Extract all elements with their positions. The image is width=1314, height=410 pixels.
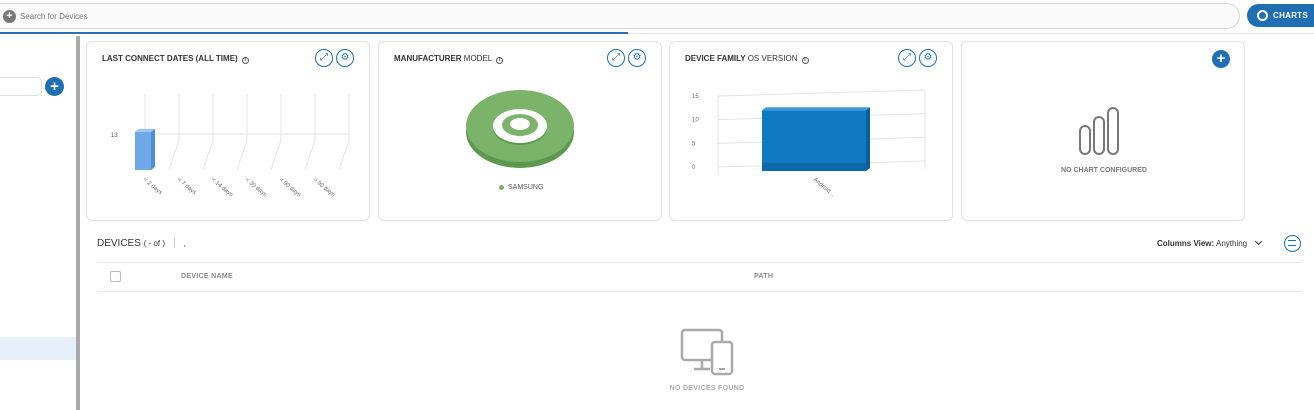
chart-card-last-connect: LAST CONNECT DATES (ALL TIME) i ⤢ ⚙ 13 < 2…: [86, 41, 370, 221]
devices-extra: ,: [183, 239, 186, 248]
bar-side-0: [866, 107, 870, 171]
chart-card-device-family: DEVICE FAMILY OS VERSION i ⤢ ⚙ 0 5 10 15 Andr…: [669, 41, 953, 221]
y-tick-label: 5: [692, 141, 696, 147]
grid-line: [717, 89, 926, 97]
x-tick-label: < 30 days: [244, 177, 268, 198]
columns-icon: [1288, 240, 1296, 246]
columns-view-value: Anything: [1215, 239, 1248, 248]
chart-card-empty: + NO CHART CONFIGURED: [961, 41, 1245, 221]
charts-icon: [1257, 10, 1268, 21]
column-header-path[interactable]: PATH: [754, 273, 773, 280]
donut-center: [510, 118, 530, 130]
sidebar-selected-item[interactable]: [0, 337, 76, 360]
grid-line: [338, 139, 350, 171]
columns-view-label: Columns View:: [1157, 239, 1215, 248]
bar-0: [762, 110, 866, 171]
search-input[interactable]: [20, 8, 620, 24]
last-connect-bar-chart: 13 < 2 days < 7 days < 14 days < 30 days < 90…: [111, 94, 350, 198]
add-filter-icon[interactable]: +: [3, 10, 16, 23]
y-tick-label: 0: [692, 165, 696, 171]
top-bar: + CHARTS: [0, 0, 1314, 34]
columns-view-selector[interactable]: Columns View: Anything: [1157, 237, 1263, 248]
bar-side-0: [151, 128, 155, 170]
manufacturer-donut-chart: [466, 90, 574, 168]
select-all-checkbox[interactable]: [110, 271, 121, 282]
progress-track: [628, 33, 1314, 34]
empty-chart-icon: [1079, 107, 1119, 155]
grid-line: [202, 139, 214, 171]
no-devices-label: NO DEVICES FOUND: [669, 385, 745, 392]
legend-swatch: [499, 184, 504, 190]
grid-line: [236, 139, 248, 171]
charts-button[interactable]: CHARTS: [1247, 4, 1314, 27]
divider: [173, 238, 175, 249]
grid-line: [270, 139, 282, 171]
table-header-border: [97, 291, 1302, 292]
device-family-bar-chart: 0 5 10 15 Android ...: [692, 89, 926, 199]
loading-progress-bar: [0, 32, 628, 34]
y-tick-label: 10: [692, 118, 699, 124]
x-tick-label: Android ...: [812, 177, 837, 199]
sidebar: +: [0, 36, 76, 410]
table-top-border: [97, 262, 1302, 263]
devices-header: DEVICES ( - of ) ,: [97, 238, 186, 249]
bar-0: [135, 131, 151, 170]
charts-button-label: CHARTS: [1273, 11, 1309, 20]
column-header-device-name[interactable]: DEVICE NAME: [181, 273, 233, 280]
devices-count: ( - of ): [143, 239, 166, 248]
search-bar[interactable]: +: [0, 3, 1240, 29]
columns-settings-button[interactable]: [1284, 235, 1301, 252]
devices-title: DEVICES: [97, 238, 141, 249]
grid-line: [168, 139, 180, 171]
devices-icon: [680, 328, 734, 376]
x-tick-label: < 14 days: [210, 177, 234, 198]
grid-line: [304, 139, 316, 171]
sidebar-filter-input[interactable]: [0, 77, 42, 96]
legend-label: SAMSUNG: [508, 184, 544, 191]
bar-top-0: [762, 107, 870, 111]
no-chart-label: NO CHART CONFIGURED: [1061, 167, 1147, 174]
bar-base-0: [762, 163, 866, 171]
x-tick-label: < 2 days: [142, 177, 163, 196]
add-group-button[interactable]: +: [45, 77, 64, 96]
x-tick-label: < 90 days: [278, 177, 302, 198]
panel-splitter[interactable]: [76, 36, 80, 410]
x-tick-label: < 7 days: [176, 177, 197, 196]
y-tick-label: 15: [692, 94, 699, 100]
chart-legend: SAMSUNG: [499, 184, 543, 191]
chevron-down-icon: [1255, 237, 1263, 246]
data-label: 13: [111, 133, 118, 139]
x-tick-label: > 90 days: [312, 177, 336, 198]
chart-card-manufacturer: MANUFACTURER MODEL i ⤢ ⚙ SAMSUNG: [378, 41, 662, 221]
